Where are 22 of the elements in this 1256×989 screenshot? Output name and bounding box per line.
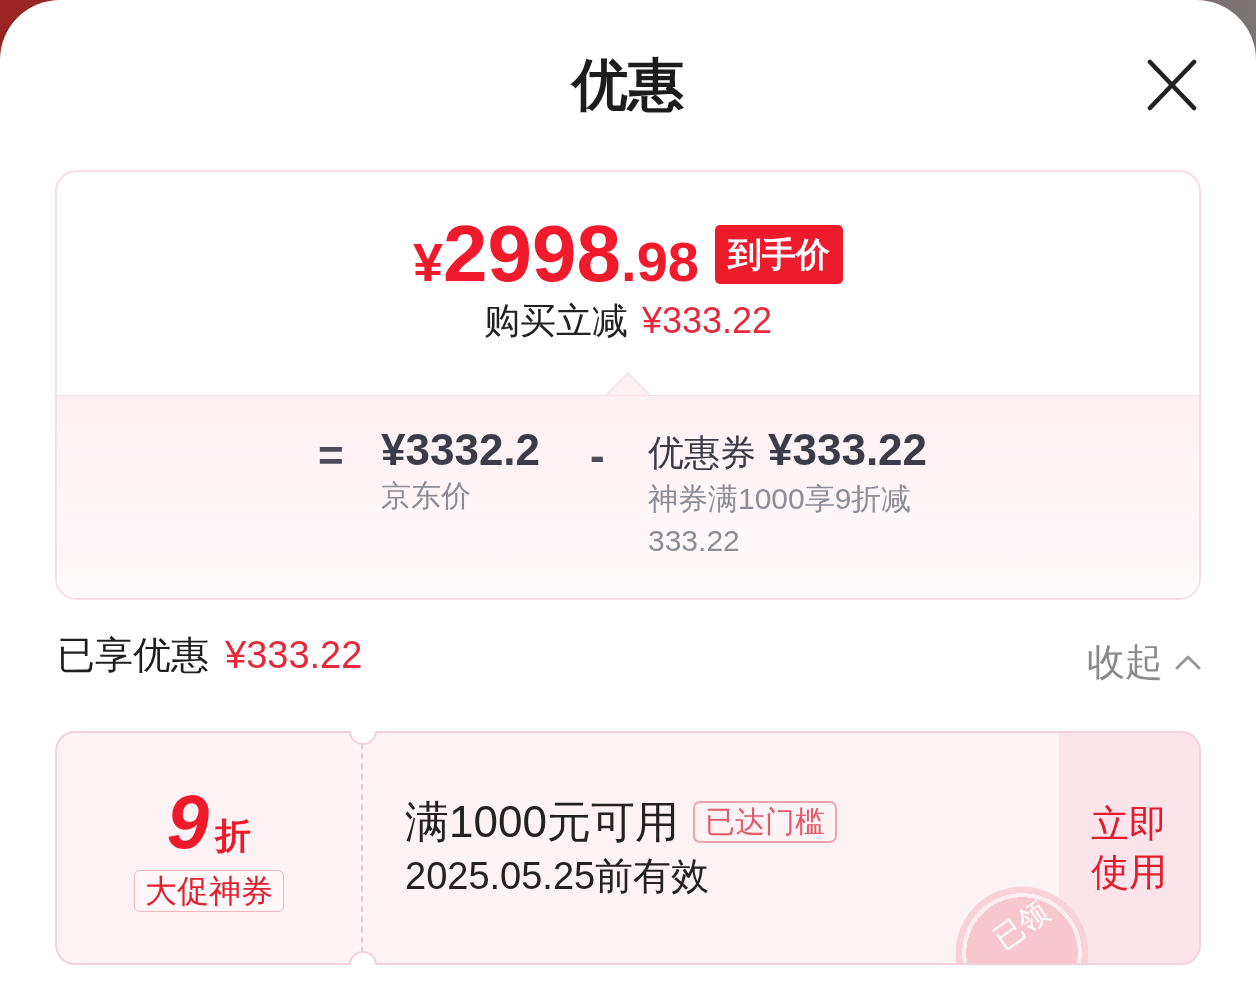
- coupon-amount: ¥333.22: [768, 425, 928, 475]
- sheet-title: 优惠: [572, 52, 684, 119]
- close-icon[interactable]: [1147, 59, 1197, 111]
- coupon-validity: 2025.05.25前有效: [405, 854, 710, 899]
- use-now-button[interactable]: 立即使用: [1059, 733, 1199, 963]
- coupon-detail: 神券满1000享9折减333.22: [648, 481, 913, 559]
- jd-price-amount: ¥3332.2: [381, 425, 541, 475]
- discount-rate: 9折: [166, 784, 252, 860]
- threshold-badge: 已达门槛: [692, 801, 837, 843]
- coupon-tag: 大促神券: [134, 870, 284, 912]
- savings-amount: ¥333.22: [225, 633, 363, 678]
- equals-sign: =: [318, 430, 344, 481]
- coupon-label: 优惠券: [648, 431, 756, 475]
- coupon-condition: 满1000元可用: [405, 796, 679, 848]
- price-tag: 到手价: [714, 224, 843, 284]
- final-price: ¥2998.98: [413, 214, 699, 294]
- discount-label: 购买立减: [483, 299, 628, 343]
- collapse-button[interactable]: 收起: [1087, 637, 1201, 687]
- savings-label: 已享优惠: [57, 633, 209, 678]
- minus-sign: -: [590, 430, 605, 481]
- jd-price-label: 京东价: [381, 478, 471, 514]
- discount-amount: ¥333.22: [641, 299, 773, 343]
